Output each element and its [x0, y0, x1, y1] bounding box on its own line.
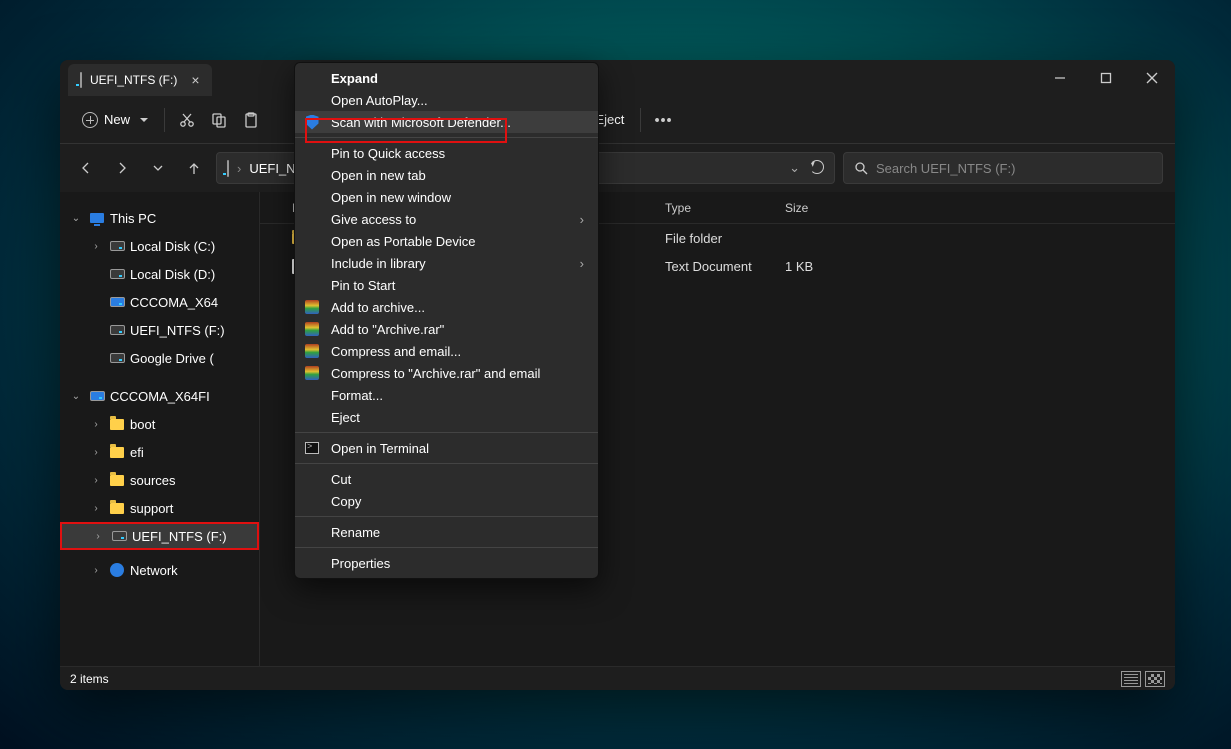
sidebar-efi[interactable]: › efi — [60, 438, 259, 466]
ctx-rename[interactable]: Rename — [295, 521, 598, 543]
ctx-pin-start[interactable]: Pin to Start — [295, 274, 598, 296]
folder-icon — [110, 447, 124, 458]
ctx-compress-rar-email[interactable]: Compress to "Archive.rar" and email — [295, 362, 598, 384]
shield-icon — [306, 115, 319, 130]
ctx-library[interactable]: Include in library› — [295, 252, 598, 274]
sidebar-cccoma[interactable]: CCCOMA_X64 — [60, 288, 259, 316]
ctx-add-archive[interactable]: Add to archive... — [295, 296, 598, 318]
drive-icon — [110, 325, 125, 335]
sidebar-this-pc[interactable]: ⌄ This PC — [60, 204, 259, 232]
ctx-expand[interactable]: Expand — [295, 67, 598, 89]
address-row: › UEFI_NTFS ⌄ Search UEFI_NTFS (F:) — [60, 144, 1175, 192]
ctx-new-tab[interactable]: Open in new tab — [295, 164, 598, 186]
sidebar-cccoma-full[interactable]: ⌄ CCCOMA_X64FI — [60, 382, 259, 410]
chevron-down-icon[interactable]: ⌄ — [789, 160, 800, 176]
sidebar-uefi-selected[interactable]: › UEFI_NTFS (F:) — [60, 522, 259, 550]
ctx-eject[interactable]: Eject — [295, 406, 598, 428]
nav-up[interactable] — [180, 154, 208, 182]
ctx-copy[interactable]: Copy — [295, 490, 598, 512]
titlebar: UEFI_NTFS (F:) × — [60, 60, 1175, 96]
ctx-autoplay[interactable]: Open AutoPlay... — [295, 89, 598, 111]
tab-uefi[interactable]: UEFI_NTFS (F:) × — [68, 64, 212, 96]
ctx-separator — [295, 137, 598, 138]
ctx-format[interactable]: Format... — [295, 384, 598, 406]
tab-title: UEFI_NTFS (F:) — [90, 73, 177, 87]
more-button[interactable] — [647, 104, 679, 136]
rar-icon — [305, 300, 319, 314]
folder-icon — [110, 503, 124, 514]
search-icon — [854, 161, 868, 175]
ctx-separator — [295, 547, 598, 548]
new-button[interactable]: New — [72, 106, 158, 134]
col-type[interactable]: Type — [665, 201, 785, 215]
paste-icon[interactable] — [235, 104, 267, 136]
col-size[interactable]: Size — [785, 201, 865, 215]
drive-icon — [110, 353, 125, 363]
cut-icon[interactable] — [171, 104, 203, 136]
terminal-icon — [305, 442, 319, 454]
rar-icon — [305, 322, 319, 336]
nav-back[interactable] — [72, 154, 100, 182]
ctx-separator — [295, 432, 598, 433]
sidebar: ⌄ This PC › Local Disk (C:) Local Disk (… — [60, 192, 260, 666]
search-input[interactable]: Search UEFI_NTFS (F:) — [843, 152, 1163, 184]
sidebar-drive-c[interactable]: › Local Disk (C:) — [60, 232, 259, 260]
search-placeholder: Search UEFI_NTFS (F:) — [876, 161, 1015, 176]
rar-icon — [305, 366, 319, 380]
pc-icon — [90, 213, 104, 223]
drive-icon — [80, 73, 82, 87]
window-close[interactable] — [1129, 60, 1175, 96]
submenu-arrow-icon: › — [580, 212, 584, 227]
nav-recent[interactable] — [144, 154, 172, 182]
ctx-cut[interactable]: Cut — [295, 468, 598, 490]
ctx-give-access[interactable]: Give access to› — [295, 208, 598, 230]
window-maximize[interactable] — [1083, 60, 1129, 96]
network-icon — [110, 563, 124, 577]
sidebar-gdrive[interactable]: Google Drive ( — [60, 344, 259, 372]
sidebar-uefi[interactable]: UEFI_NTFS (F:) — [60, 316, 259, 344]
view-grid-button[interactable] — [1145, 671, 1165, 687]
drive-icon — [112, 531, 127, 541]
sidebar-boot[interactable]: › boot — [60, 410, 259, 438]
folder-icon — [110, 419, 124, 430]
sidebar-sources[interactable]: › sources — [60, 466, 259, 494]
window-minimize[interactable] — [1037, 60, 1083, 96]
ctx-separator — [295, 516, 598, 517]
drive-icon — [110, 241, 125, 251]
ctx-properties[interactable]: Properties — [295, 552, 598, 574]
plus-icon — [82, 112, 98, 128]
refresh-icon[interactable] — [810, 160, 824, 174]
ctx-separator — [295, 463, 598, 464]
explorer-window: UEFI_NTFS (F:) × New w Eject — [60, 60, 1175, 690]
ctx-add-rar[interactable]: Add to "Archive.rar" — [295, 318, 598, 340]
context-menu: Expand Open AutoPlay... Scan with Micros… — [294, 62, 599, 579]
ctx-pin-quick[interactable]: Pin to Quick access — [295, 142, 598, 164]
status-bar: 2 items — [60, 666, 1175, 690]
folder-icon — [110, 475, 124, 486]
new-label: New — [104, 112, 130, 127]
toolbar: New w Eject — [60, 96, 1175, 144]
ctx-portable[interactable]: Open as Portable Device — [295, 230, 598, 252]
ctx-defender[interactable]: Scan with Microsoft Defender... — [295, 111, 598, 133]
status-text: 2 items — [70, 672, 109, 686]
sidebar-drive-d[interactable]: Local Disk (D:) — [60, 260, 259, 288]
rar-icon — [305, 344, 319, 358]
submenu-arrow-icon: › — [580, 256, 584, 271]
view-details-button[interactable] — [1121, 671, 1141, 687]
breadcrumb-sep: › — [237, 161, 241, 176]
ctx-compress-email[interactable]: Compress and email... — [295, 340, 598, 362]
ctx-new-window[interactable]: Open in new window — [295, 186, 598, 208]
sidebar-support[interactable]: › support — [60, 494, 259, 522]
tab-close-icon[interactable]: × — [191, 72, 199, 88]
sidebar-network[interactable]: › Network — [60, 556, 259, 584]
drive-icon — [227, 161, 229, 176]
nav-forward[interactable] — [108, 154, 136, 182]
drive-icon — [110, 297, 125, 307]
drive-icon — [90, 391, 105, 401]
ctx-terminal[interactable]: Open in Terminal — [295, 437, 598, 459]
copy-icon[interactable] — [203, 104, 235, 136]
drive-icon — [110, 269, 125, 279]
eject-label: Eject — [595, 112, 624, 127]
